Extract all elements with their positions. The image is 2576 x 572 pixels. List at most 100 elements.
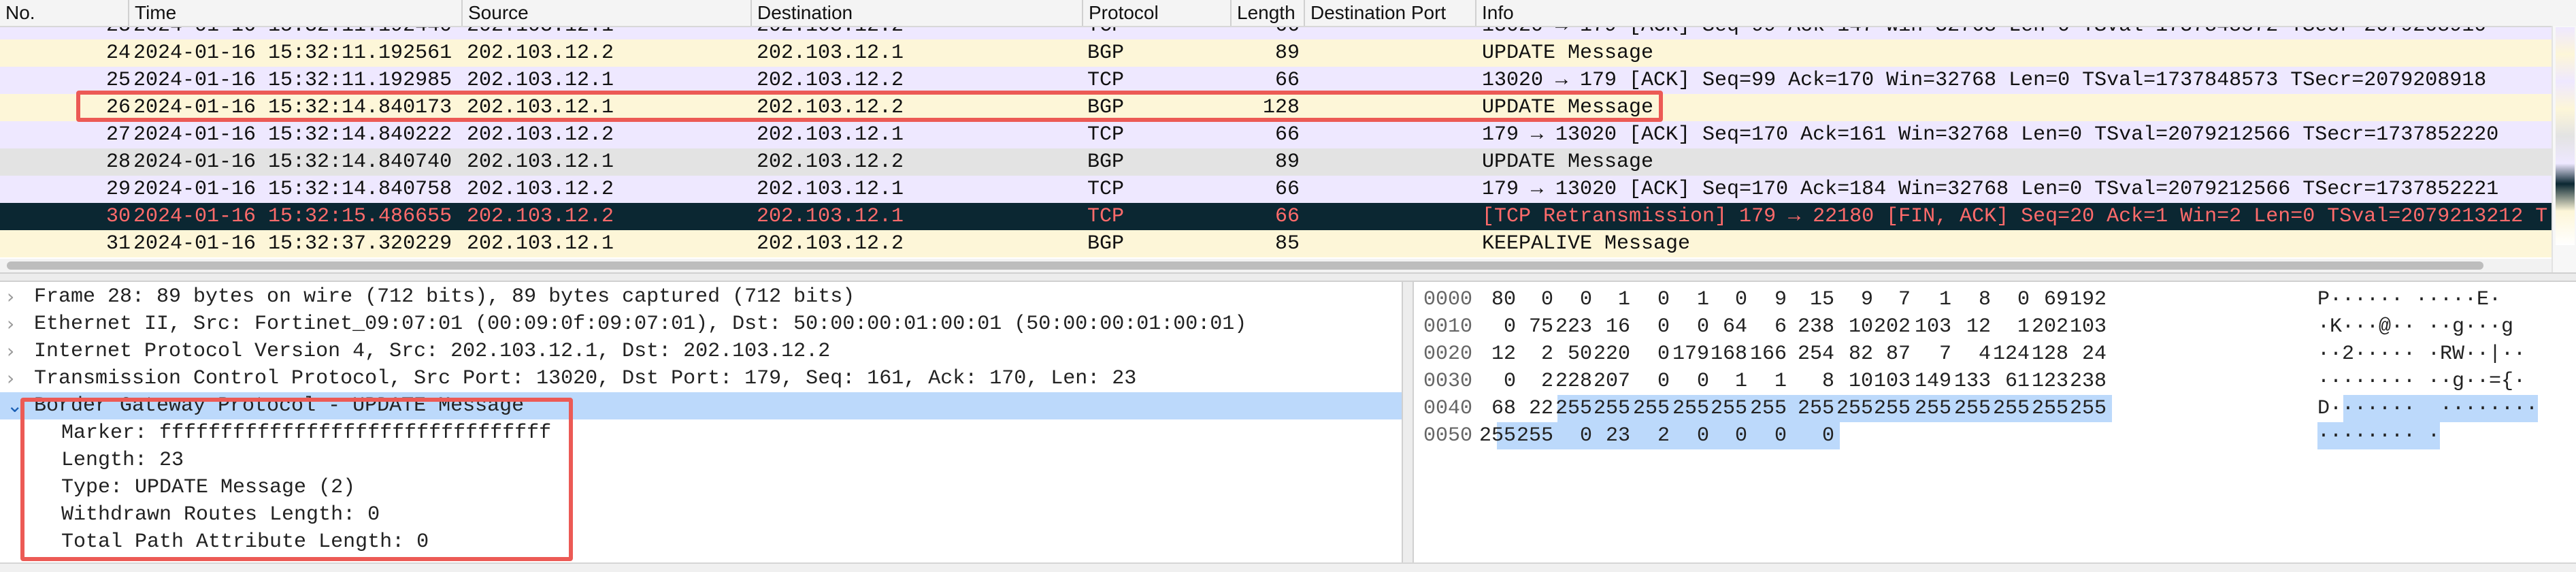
hex-byte[interactable]: 223: [1555, 313, 1592, 340]
hex-line[interactable]: 0020 12 2 50 220 0 179 168 166 254 82 87 7 4 124 128 24 ·…: [1414, 340, 2576, 368]
hex-line[interactable]: 0040 68 22 255 255 255 255 255 255 255 255 255 255 25…: [1414, 395, 2576, 422]
hex-byte[interactable]: 6: [1774, 313, 1787, 340]
hex-byte[interactable]: 0: [1774, 422, 1787, 449]
hex-byte[interactable]: 0: [1697, 422, 1709, 449]
hex-byte[interactable]: 103: [2070, 313, 2107, 340]
expand-chevron-closed-icon[interactable]: ›: [7, 283, 14, 311]
hex-byte[interactable]: 0: [1822, 422, 1834, 449]
hex-byte[interactable]: 75: [1529, 313, 1553, 340]
col-header-time[interactable]: Time: [129, 0, 463, 26]
hex-byte[interactable]: 12: [1966, 313, 1991, 340]
hex-byte[interactable]: 0: [1504, 313, 1516, 340]
hex-byte[interactable]: 255: [1633, 395, 1670, 422]
hex-byte[interactable]: 50: [1568, 340, 1592, 368]
col-header-destination-port[interactable]: Destination Port: [1305, 0, 1476, 26]
hex-byte[interactable]: 61: [2005, 368, 2030, 395]
hex-byte[interactable]: 2: [1657, 422, 1670, 449]
packet-row[interactable]: 31 2024-01-16 15:32:37.320229 202.103.12.1…: [0, 230, 2552, 257]
details-node[interactable]: › Frame 28: 89 bytes on wire (712 bits), …: [0, 283, 1402, 311]
hex-byte[interactable]: 0: [1697, 368, 1709, 395]
hex-byte[interactable]: 255: [1711, 395, 1747, 422]
hex-byte[interactable]: 0: [1580, 422, 1592, 449]
hex-byte[interactable]: 87: [1886, 340, 1911, 368]
hex-byte[interactable]: 255: [1672, 395, 1709, 422]
hex-byte[interactable]: 255: [1594, 395, 1630, 422]
hex-byte[interactable]: 1: [1697, 286, 1709, 313]
hex-byte[interactable]: 255: [1517, 422, 1553, 449]
hex-byte[interactable]: 103: [1874, 368, 1911, 395]
details-node[interactable]: Type: UPDATE Message (2): [0, 474, 1402, 501]
hex-byte[interactable]: 7: [1939, 340, 1951, 368]
hex-byte[interactable]: 0: [1541, 286, 1553, 313]
hex-byte[interactable]: 128: [2032, 340, 2068, 368]
packet-row[interactable]: 29 2024-01-16 15:32:14.840758 202.103.12.2…: [0, 176, 2552, 203]
hex-byte[interactable]: 149: [1915, 368, 1951, 395]
packet-row[interactable]: 26 2024-01-16 15:32:14.840173 202.103.12.1…: [0, 94, 2552, 121]
hex-byte[interactable]: 1: [1939, 286, 1951, 313]
hex-byte[interactable]: 179: [1672, 340, 1709, 368]
horizontal-scroll-thumb[interactable]: [7, 261, 2483, 270]
details-node[interactable]: Withdrawn Routes Length: 0: [0, 501, 1402, 528]
hex-byte[interactable]: 123: [2032, 368, 2068, 395]
hex-ascii[interactable]: ········ ··g··={·: [2317, 368, 2526, 395]
expand-chevron-closed-icon[interactable]: ›: [7, 365, 14, 392]
details-node[interactable]: › Ethernet II, Src: Fortinet_09:07:01 (00…: [0, 311, 1402, 338]
hex-line[interactable]: 0010 0 75 223 16 0 0 64 6 238 10 202 103 12 1 202 103 ·K·…: [1414, 313, 2576, 340]
hex-byte[interactable]: 124: [1993, 340, 2030, 368]
hex-byte[interactable]: 1: [1618, 286, 1630, 313]
hex-line[interactable]: 0050 255 255 0 23 2 0 0 0 0 ········ ·: [1414, 422, 2576, 449]
col-header-destination[interactable]: Destination: [752, 0, 1083, 26]
hex-byte[interactable]: 202: [2032, 313, 2068, 340]
hex-byte[interactable]: 15: [1810, 286, 1834, 313]
hex-byte[interactable]: 10: [1849, 368, 1873, 395]
details-node-selected[interactable]: ⌄ Border Gateway Protocol - UPDATE Messag…: [0, 392, 1402, 419]
col-header-no[interactable]: No.: [0, 0, 129, 26]
hex-byte[interactable]: 255: [1954, 395, 1991, 422]
hex-byte[interactable]: 255: [1479, 422, 1516, 449]
hex-byte[interactable]: 68: [1491, 395, 1516, 422]
hex-byte[interactable]: 7: [1898, 286, 1911, 313]
hex-byte[interactable]: 254: [1798, 340, 1834, 368]
hex-byte[interactable]: 9: [1774, 286, 1787, 313]
expand-chevron-closed-icon[interactable]: ›: [7, 338, 14, 365]
packet-row[interactable]: 25 2024-01-16 15:32:11.192985 202.103.12.1…: [0, 67, 2552, 94]
hex-byte[interactable]: 12: [1491, 340, 1516, 368]
col-header-length[interactable]: Length: [1232, 0, 1305, 26]
col-header-source[interactable]: Source: [463, 0, 752, 26]
hex-byte[interactable]: 255: [1798, 395, 1834, 422]
hex-byte[interactable]: 8: [1979, 286, 1991, 313]
hex-byte[interactable]: 9: [1861, 286, 1873, 313]
details-node[interactable]: Marker: ffffffffffffffffffffffffffffffff: [0, 419, 1402, 447]
pane-splitter-vertical[interactable]: [1402, 282, 1414, 562]
hex-byte[interactable]: 255: [1993, 395, 2030, 422]
hex-byte[interactable]: 133: [1954, 368, 1991, 395]
hex-byte[interactable]: 166: [1750, 340, 1787, 368]
hex-byte[interactable]: 24: [2082, 340, 2107, 368]
hex-byte[interactable]: 2: [1541, 368, 1553, 395]
pane-splitter-horizontal[interactable]: [0, 272, 2576, 282]
hex-byte[interactable]: 16: [1606, 313, 1630, 340]
hex-byte[interactable]: 1: [1774, 368, 1787, 395]
hex-byte[interactable]: 0: [1735, 286, 1747, 313]
hex-byte[interactable]: 255: [1836, 395, 1873, 422]
hex-byte[interactable]: 0: [1657, 368, 1670, 395]
hex-ascii[interactable]: ········ ·: [2317, 422, 2441, 449]
hex-byte[interactable]: 202: [1874, 313, 1911, 340]
col-header-protocol[interactable]: Protocol: [1083, 0, 1232, 26]
details-node[interactable]: › Transmission Control Protocol, Src Port…: [0, 365, 1402, 392]
hex-byte[interactable]: 10: [1849, 313, 1873, 340]
hex-byte[interactable]: 1: [2017, 313, 2030, 340]
hex-byte[interactable]: 69: [2044, 286, 2068, 313]
hex-byte[interactable]: 0: [1697, 313, 1709, 340]
hex-byte[interactable]: 255: [1555, 395, 1592, 422]
hex-byte[interactable]: 0: [2017, 286, 2030, 313]
packet-bytes-pane[interactable]: 0000 80 0 0 1 0 1 0 9 15 9 7 1 8 0 69 192 P······ ·····E·…: [1414, 282, 2576, 562]
hex-byte[interactable]: 22: [1529, 395, 1553, 422]
hex-byte[interactable]: 228: [1555, 368, 1592, 395]
details-node[interactable]: Length: 23: [0, 447, 1402, 474]
packet-list[interactable]: 232024-01-16 15:32:11.192440202.103.12.1…: [0, 0, 2576, 272]
hex-ascii[interactable]: ·K···@·· ··g···g: [2317, 313, 2513, 340]
hex-ascii[interactable]: ··2····· ·RW··|··: [2317, 340, 2526, 368]
hex-byte[interactable]: 0: [1657, 286, 1670, 313]
hex-byte[interactable]: 255: [1874, 395, 1911, 422]
